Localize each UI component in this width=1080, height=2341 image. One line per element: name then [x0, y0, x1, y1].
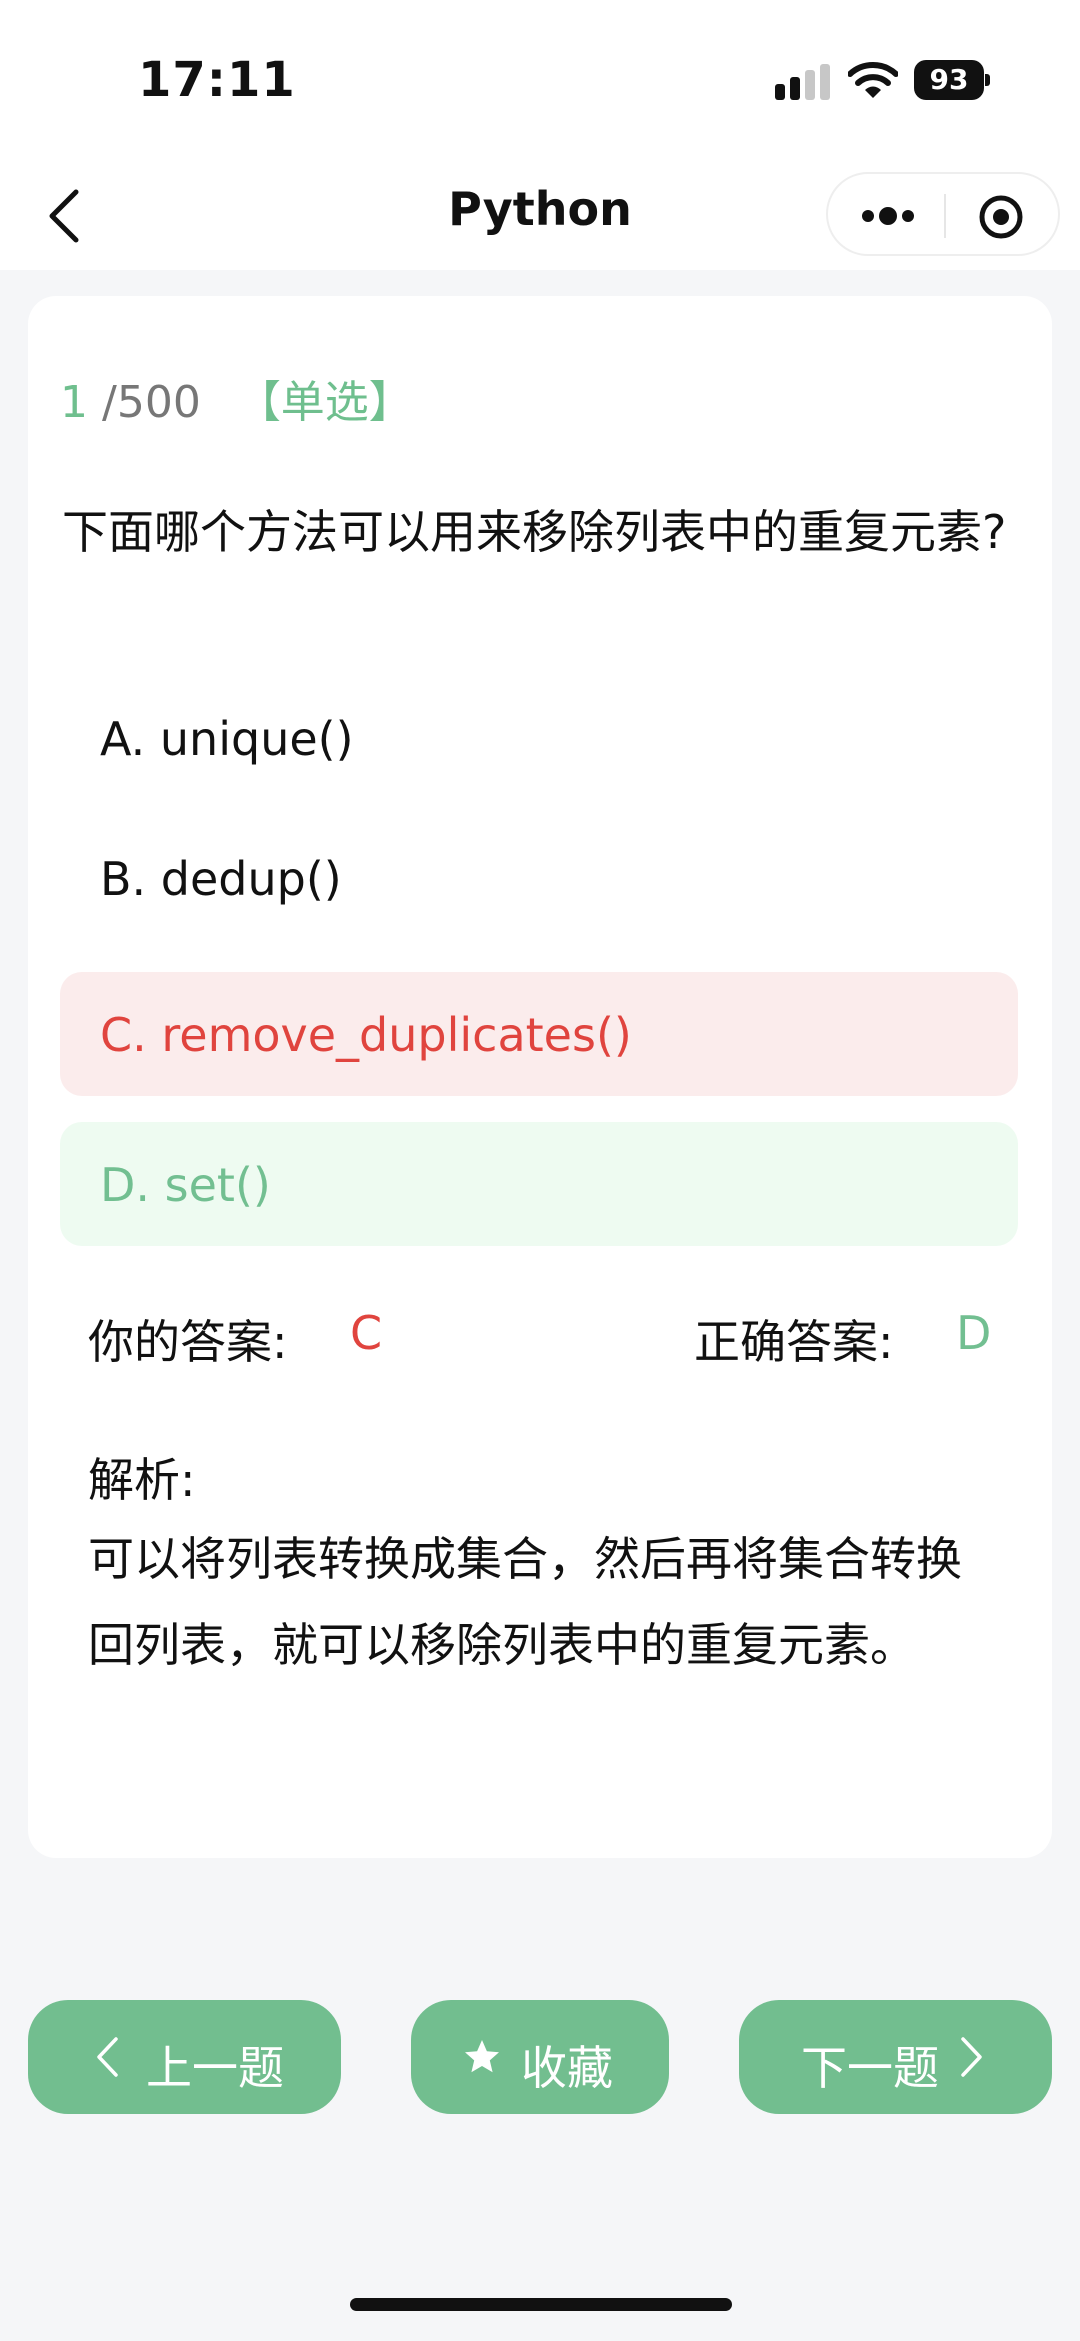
option-a[interactable]: A. unique() — [60, 676, 1018, 800]
nav-bar: Python — [0, 160, 1080, 270]
more-icon[interactable] — [858, 196, 918, 236]
prev-question-label: 上一题 — [146, 2041, 284, 2095]
option-d-correct[interactable]: D. set() — [60, 1122, 1018, 1246]
your-answer-label: 你的答案: — [88, 1315, 288, 1369]
option-label: D. set() — [100, 1158, 271, 1212]
screen: 17:11 93 Python 1 /500 【单选】 下面哪个方法可以用来移除… — [0, 0, 1080, 2341]
your-answer-value: C — [350, 1306, 383, 1360]
prev-question-button[interactable]: 上一题 — [28, 2000, 341, 2114]
question-type: 【单选】 — [236, 377, 413, 428]
option-label: A. unique() — [100, 712, 354, 766]
favorite-label: 收藏 — [521, 2041, 613, 2095]
status-bar: 17:11 93 — [0, 0, 1080, 160]
option-b[interactable]: B. dedup() — [60, 816, 1018, 940]
star-icon — [465, 2040, 499, 2073]
question-text: 下面哪个方法可以用来移除列表中的重复元素? — [62, 505, 1007, 559]
favorite-button[interactable]: 收藏 — [411, 2000, 669, 2114]
total-count: /500 — [102, 377, 201, 428]
current-index: 1 — [60, 377, 88, 428]
question-progress: 1 /500 【单选】 — [60, 366, 413, 430]
analysis-text: 可以将列表转换成集合，然后再将集合转换回列表，就可以移除列表中的重复元素。 — [88, 1532, 962, 1672]
battery-indicator: 93 — [914, 60, 990, 100]
option-c-selected-wrong[interactable]: C. remove_duplicates() — [60, 972, 1018, 1096]
wifi-icon — [848, 62, 898, 98]
chevron-left-icon — [97, 2037, 118, 2077]
next-question-label: 下一题 — [801, 2041, 939, 2095]
next-question-button[interactable]: 下一题 — [739, 2000, 1052, 2114]
analysis-label: 解析: — [88, 1453, 196, 1507]
option-label: C. remove_duplicates() — [100, 1008, 632, 1062]
home-indicator — [350, 2298, 732, 2311]
battery-level: 93 — [929, 63, 969, 96]
correct-answer-label: 正确答案: — [694, 1315, 894, 1369]
correct-answer-value: D — [956, 1306, 992, 1360]
close-target-icon[interactable] — [978, 194, 1024, 240]
question-card: 1 /500 【单选】 下面哪个方法可以用来移除列表中的重复元素? A. uni… — [28, 296, 1052, 1858]
option-label: B. dedup() — [100, 852, 342, 906]
status-time: 17:11 — [138, 52, 296, 108]
chevron-right-icon — [961, 2037, 982, 2077]
cellular-signal-icon — [775, 64, 830, 100]
mini-program-capsule — [826, 172, 1060, 256]
